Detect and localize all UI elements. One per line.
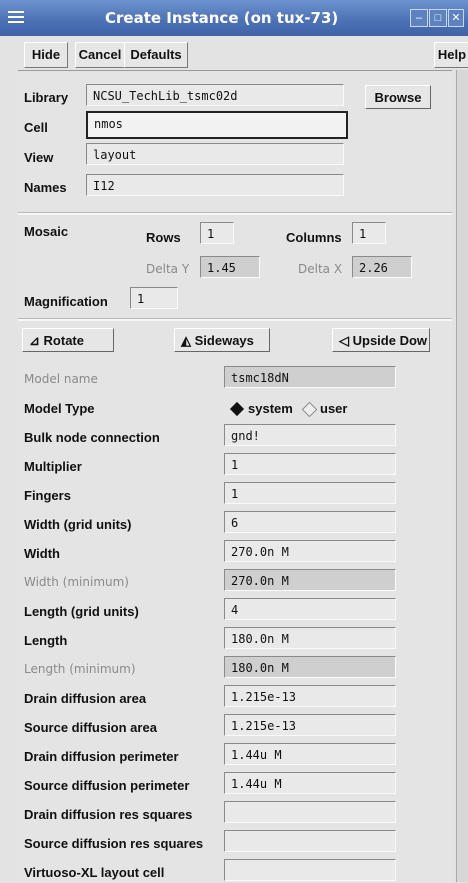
magnification-label: Magnification: [24, 294, 108, 309]
param-label: Source diffusion res squares: [24, 836, 204, 851]
param-label: Source diffusion area: [24, 720, 157, 735]
param-label: Length (minimum): [24, 662, 136, 676]
param-label: Multiplier: [24, 459, 82, 474]
view-field[interactable]: layout: [86, 143, 344, 165]
sideways-icon: ◭: [181, 333, 191, 348]
upside-down-icon: ◁: [339, 333, 349, 348]
param-label: Width (minimum): [24, 575, 129, 589]
names-label: Names: [24, 180, 67, 195]
param-field[interactable]: 270.0n M: [224, 540, 396, 562]
upside-down-label: Upside Dow: [352, 333, 428, 348]
magnification-field[interactable]: 1: [130, 287, 178, 309]
help-button[interactable]: Help: [434, 42, 468, 68]
param-label: Width: [24, 546, 60, 561]
rotate-icon: ⊿: [29, 333, 40, 348]
param-field[interactable]: [224, 859, 396, 881]
radio-system-label[interactable]: system: [248, 401, 293, 416]
upside-down-button[interactable]: ◁ Upside Dow: [332, 328, 430, 352]
separator: [18, 318, 452, 321]
param-field[interactable]: 1.215e-13: [224, 685, 396, 707]
param-label: Fingers: [24, 488, 71, 503]
param-label: Length (grid units): [24, 604, 139, 619]
param-label: Model Type: [24, 401, 95, 416]
window-menu-icon[interactable]: [8, 11, 24, 23]
browse-button[interactable]: Browse: [365, 85, 431, 109]
param-field[interactable]: 4: [224, 598, 396, 620]
library-field[interactable]: NCSU_TechLib_tsmc02d: [86, 84, 344, 106]
param-field[interactable]: 1.215e-13: [224, 714, 396, 736]
param-field: 180.0n M: [224, 656, 396, 678]
columns-field[interactable]: 1: [352, 222, 386, 244]
minimize-icon[interactable]: –: [410, 9, 428, 27]
param-label: Model name: [24, 372, 98, 386]
param-field[interactable]: 1.44u M: [224, 772, 396, 794]
cell-field[interactable]: nmos: [86, 111, 348, 139]
radio-user-label[interactable]: user: [320, 401, 347, 416]
cancel-button[interactable]: Cancel: [75, 42, 125, 68]
separator: [18, 212, 452, 215]
param-label: Length: [24, 633, 68, 648]
library-label: Library: [24, 90, 69, 105]
param-label: Drain diffusion perimeter: [24, 749, 179, 764]
delta-y-label: Delta Y: [146, 262, 190, 276]
maximize-icon[interactable]: □: [429, 9, 447, 27]
mosaic-label: Mosaic: [24, 224, 69, 239]
hide-button[interactable]: Hide: [24, 42, 68, 68]
window-title: Create Instance (on tux-73): [105, 9, 339, 27]
names-field[interactable]: I12: [86, 174, 344, 196]
param-label: Drain diffusion area: [24, 691, 147, 706]
param-field[interactable]: 1: [224, 482, 396, 504]
cell-label: Cell: [24, 120, 48, 135]
columns-label: Columns: [286, 230, 342, 245]
view-label: View: [24, 150, 54, 165]
param-label: Bulk node connection: [24, 430, 160, 445]
param-field[interactable]: 1.44u M: [224, 743, 396, 765]
delta-x-field: 2.26: [352, 256, 412, 278]
sideways-label: Sideways: [194, 333, 254, 348]
param-label: Drain diffusion res squares: [24, 807, 193, 822]
close-icon[interactable]: ✕: [448, 9, 464, 27]
param-field[interactable]: [224, 801, 396, 823]
delta-y-field: 1.45: [200, 256, 260, 278]
rows-field[interactable]: 1: [200, 222, 234, 244]
sideways-button[interactable]: ◭ Sideways: [174, 328, 270, 352]
param-label: Width (grid units): [24, 517, 132, 532]
param-field[interactable]: [224, 830, 396, 852]
param-field[interactable]: 180.0n M: [224, 627, 396, 649]
rotate-label: Rotate: [43, 333, 84, 348]
param-label: Virtuoso-XL layout cell: [24, 865, 165, 880]
scrollbar[interactable]: [456, 70, 468, 882]
param-field[interactable]: gnd!: [224, 424, 396, 446]
delta-x-label: Delta X: [298, 262, 343, 276]
param-label: Source diffusion perimeter: [24, 778, 190, 793]
defaults-button[interactable]: Defaults: [124, 42, 188, 68]
param-field: 270.0n M: [224, 569, 396, 591]
param-field[interactable]: 1: [224, 453, 396, 475]
rotate-button[interactable]: ⊿ Rotate: [22, 328, 114, 352]
param-field[interactable]: 6: [224, 511, 396, 533]
rows-label: Rows: [146, 230, 181, 245]
param-field: tsmc18dN: [224, 366, 396, 388]
